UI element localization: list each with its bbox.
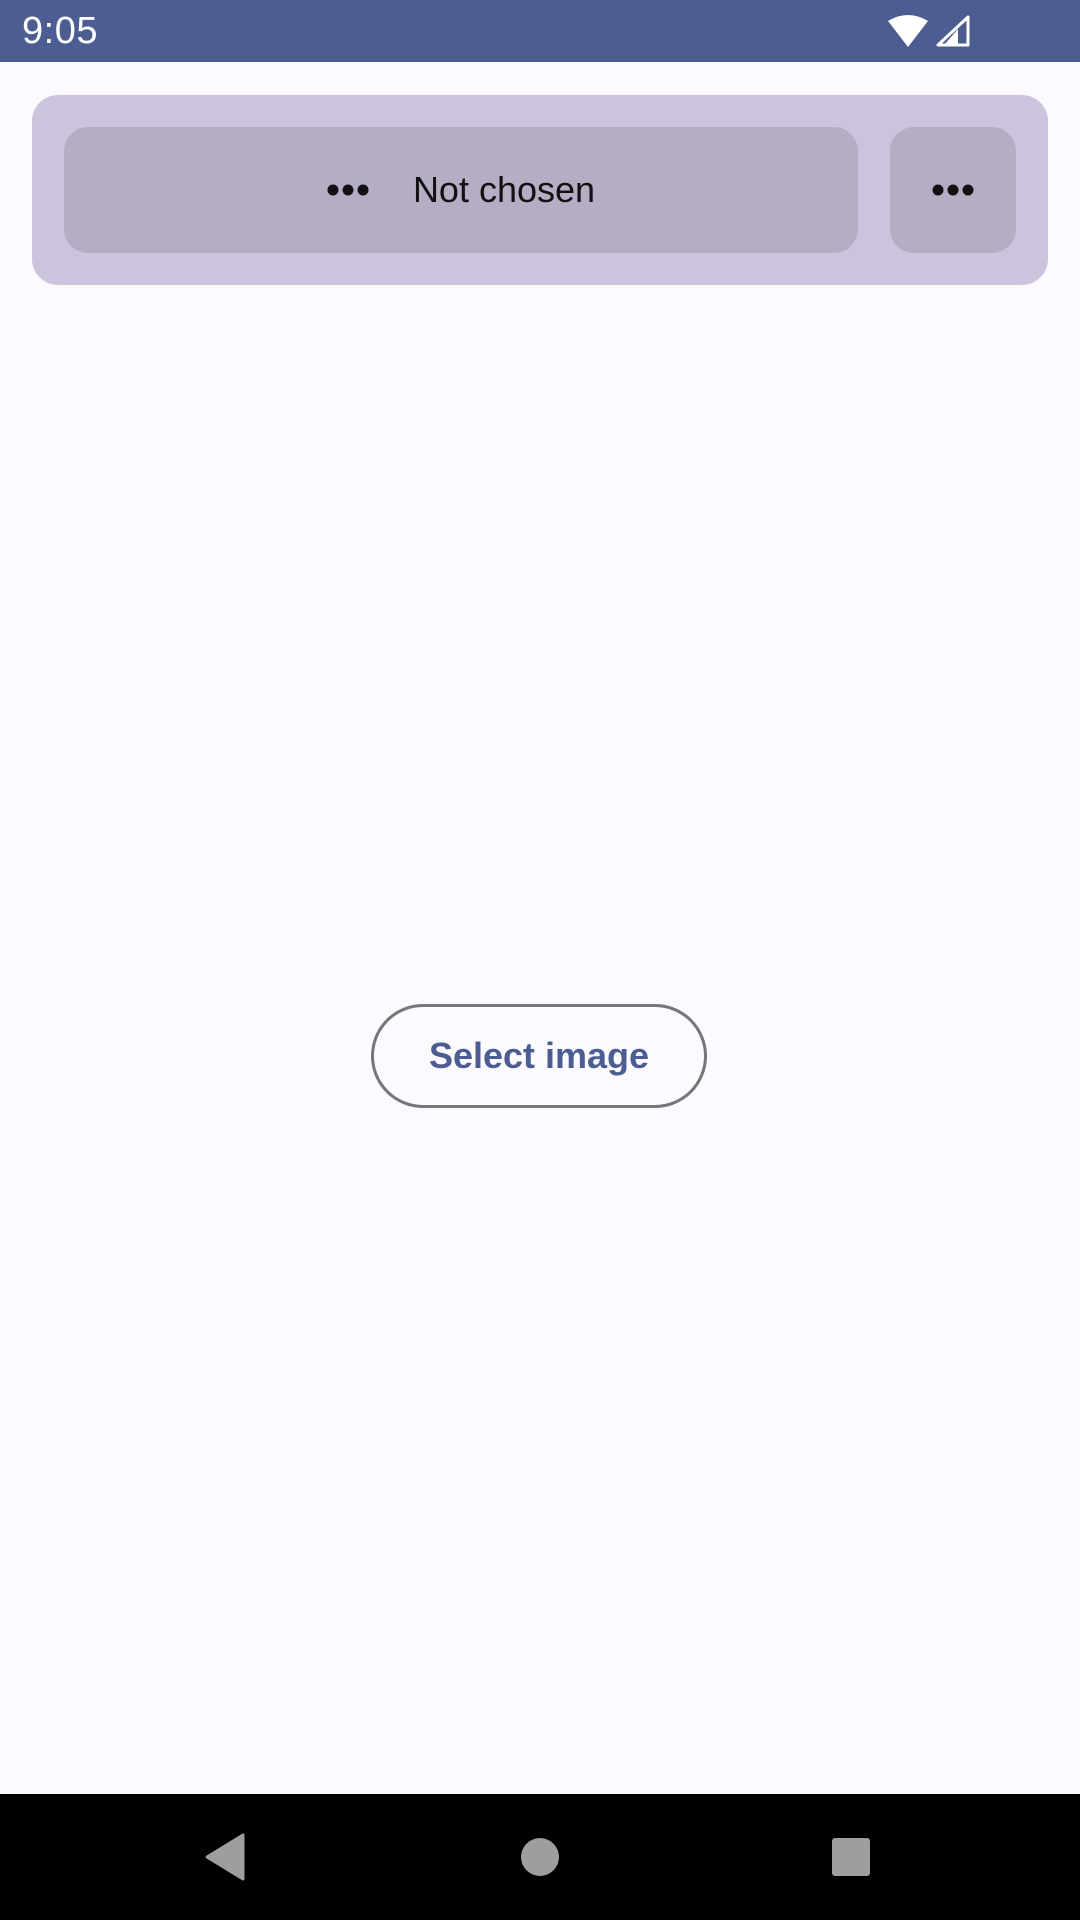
recents-button[interactable]: [818, 1824, 884, 1890]
more-horiz-icon: [932, 184, 974, 196]
more-horiz-icon: [327, 184, 369, 196]
cellular-signal-icon: [936, 15, 970, 47]
wifi-icon: [888, 15, 928, 47]
back-button[interactable]: [192, 1824, 258, 1890]
back-icon: [205, 1833, 245, 1881]
status-time: 9:05: [22, 10, 98, 52]
select-image-label: Select image: [428, 1035, 650, 1076]
status-icons: [888, 13, 970, 49]
home-icon: [521, 1838, 559, 1876]
home-button[interactable]: [507, 1824, 573, 1890]
more-options-button[interactable]: [890, 127, 1016, 253]
status-bar: 9:05: [0, 0, 1080, 62]
select-image-button[interactable]: Select image: [371, 1004, 707, 1108]
top-card: Not chosen: [32, 95, 1048, 285]
recents-icon: [832, 1838, 870, 1876]
chooser-button[interactable]: Not chosen: [64, 127, 858, 253]
chooser-label: Not chosen: [412, 169, 596, 210]
navigation-bar: [0, 1794, 1080, 1920]
